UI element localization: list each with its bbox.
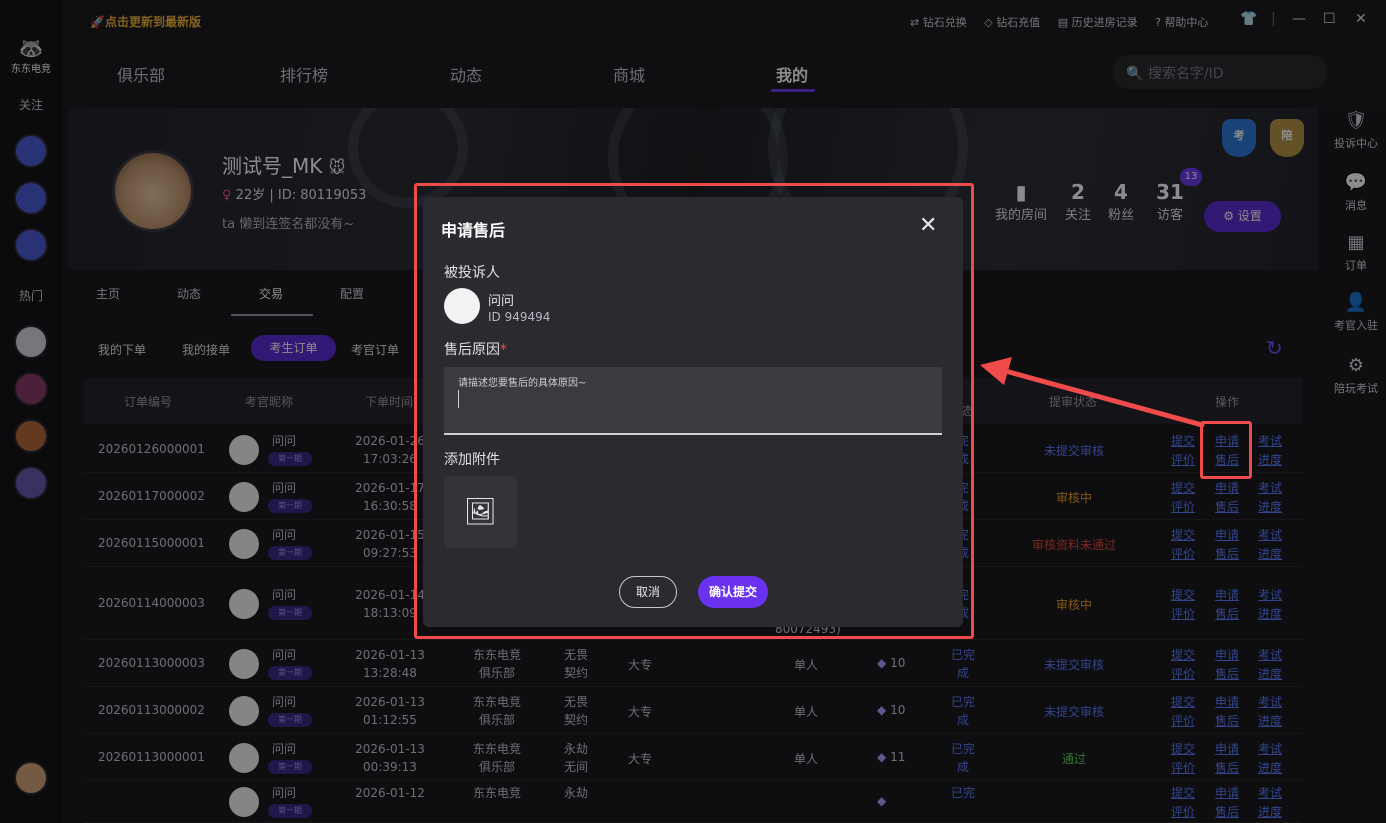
pointer-arrow [980,357,1205,428]
respondent-name: 问问 [488,294,515,309]
text-caret [458,390,459,408]
add-image-icon[interactable]: 🖼 [444,476,517,548]
after-sales-modal: 申请售后 ✕ 被投诉人 问问 ID 949494 售后原因* 请描述您要售后的具… [423,197,963,627]
cancel-button[interactable]: 取消 [619,576,677,608]
respondent-id: ID 949494 [488,310,551,324]
reason-label: 售后原因* [444,342,507,358]
respondent-label: 被投诉人 [444,265,500,281]
attachment-label: 添加附件 [444,452,500,468]
confirm-submit-button[interactable]: 确认提交 [698,576,768,608]
close-icon[interactable]: ✕ [919,213,937,238]
modal-title: 申请售后 [441,221,506,240]
respondent-avatar [444,288,480,324]
reason-textarea[interactable]: 请描述您要售后的具体原因~ [444,367,942,435]
